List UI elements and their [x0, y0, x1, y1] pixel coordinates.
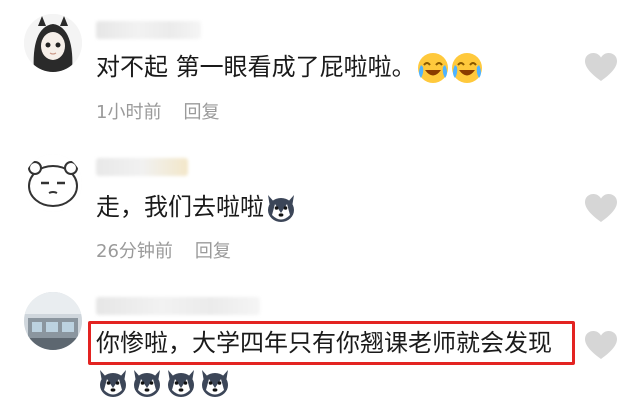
- comment-text: 走，我们去啦啦: [96, 191, 298, 225]
- avatar[interactable]: [24, 154, 82, 212]
- username-blurred[interactable]: [96, 297, 260, 315]
- husky-dog-emoji: [168, 370, 194, 397]
- username-blurred[interactable]: [96, 21, 201, 39]
- heart-icon[interactable]: [584, 330, 618, 360]
- laugh-cry-emoji: [451, 53, 482, 83]
- emoji-row: [96, 366, 232, 400]
- reply-button[interactable]: 回复: [195, 241, 231, 262]
- username-blurred[interactable]: [96, 158, 188, 176]
- comment-meta: 1小时前 回复: [96, 98, 219, 124]
- comment-meta: 26分钟前 回复: [96, 237, 231, 263]
- reply-button[interactable]: 回复: [183, 102, 219, 123]
- heart-icon[interactable]: [584, 52, 618, 82]
- laugh-cry-emoji: [417, 53, 448, 83]
- husky-dog-emoji: [134, 370, 160, 397]
- timestamp: 26分钟前: [96, 241, 173, 262]
- husky-dog-emoji: [100, 370, 126, 397]
- husky-dog-emoji: [202, 370, 228, 397]
- husky-dog-emoji: [268, 195, 294, 222]
- timestamp: 1小时前: [96, 102, 162, 123]
- heart-icon[interactable]: [584, 193, 618, 223]
- highlight-box: [88, 321, 575, 365]
- comment-text: 对不起 第一眼看成了屁啦啦。: [96, 51, 484, 85]
- avatar[interactable]: [24, 292, 82, 350]
- avatar[interactable]: [24, 14, 82, 72]
